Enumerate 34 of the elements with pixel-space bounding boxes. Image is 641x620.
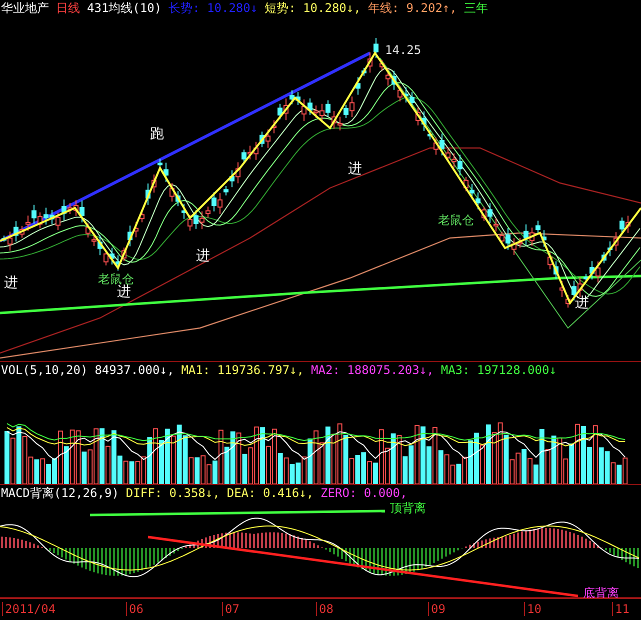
axis-label: 2011/04	[2, 602, 56, 616]
indicator-label: 三年	[464, 0, 488, 16]
indicator-label: 84937.000↓,	[94, 362, 174, 378]
signal-label: 进	[4, 275, 18, 291]
axis-label: 09	[428, 602, 446, 616]
indicator-label: 年线: 9.202↑,	[368, 0, 457, 16]
signal-label: 跑	[150, 126, 164, 142]
axis-label: 07	[222, 602, 240, 616]
signal-label: 进	[117, 284, 131, 300]
axis-label: 08	[316, 602, 334, 616]
indicator-label: MA2: 188075.203↓,	[311, 362, 434, 378]
axis-label: 10	[524, 602, 542, 616]
indicator-label: 长势: 10.280↓	[168, 0, 258, 16]
note-label: 老鼠仓	[98, 271, 134, 286]
divergence-label: 顶背离	[390, 500, 426, 516]
divergence-label: 底背离	[583, 585, 619, 601]
axis-label: 06	[126, 602, 144, 616]
indicator-label: 华业地产	[1, 0, 49, 16]
indicator-label: 日线	[56, 0, 80, 16]
indicator-label: MA1: 119736.797↓,	[181, 362, 304, 378]
axis-label: 11	[612, 602, 630, 616]
signal-label: 进	[575, 295, 589, 311]
price-label: 14.25	[385, 42, 422, 58]
note-label: 老鼠仓	[438, 212, 474, 228]
indicator-label: MA3: 197128.000↓	[440, 362, 556, 378]
indicator-label: MACD背离(12,26,9)	[1, 485, 119, 501]
indicator-label: DIFF: 0.358↓,	[126, 485, 220, 501]
indicator-label: DEA: 0.416↓,	[226, 485, 314, 501]
indicator-label: 短势: 10.280↓,	[264, 0, 361, 16]
signal-label: 进	[196, 248, 210, 264]
indicator-label: ZERO: 0.000,	[320, 485, 408, 501]
signal-label: 进	[348, 161, 362, 177]
indicator-label: 431均线(10)	[87, 0, 162, 16]
indicator-label: VOL(5,10,20)	[1, 362, 88, 378]
